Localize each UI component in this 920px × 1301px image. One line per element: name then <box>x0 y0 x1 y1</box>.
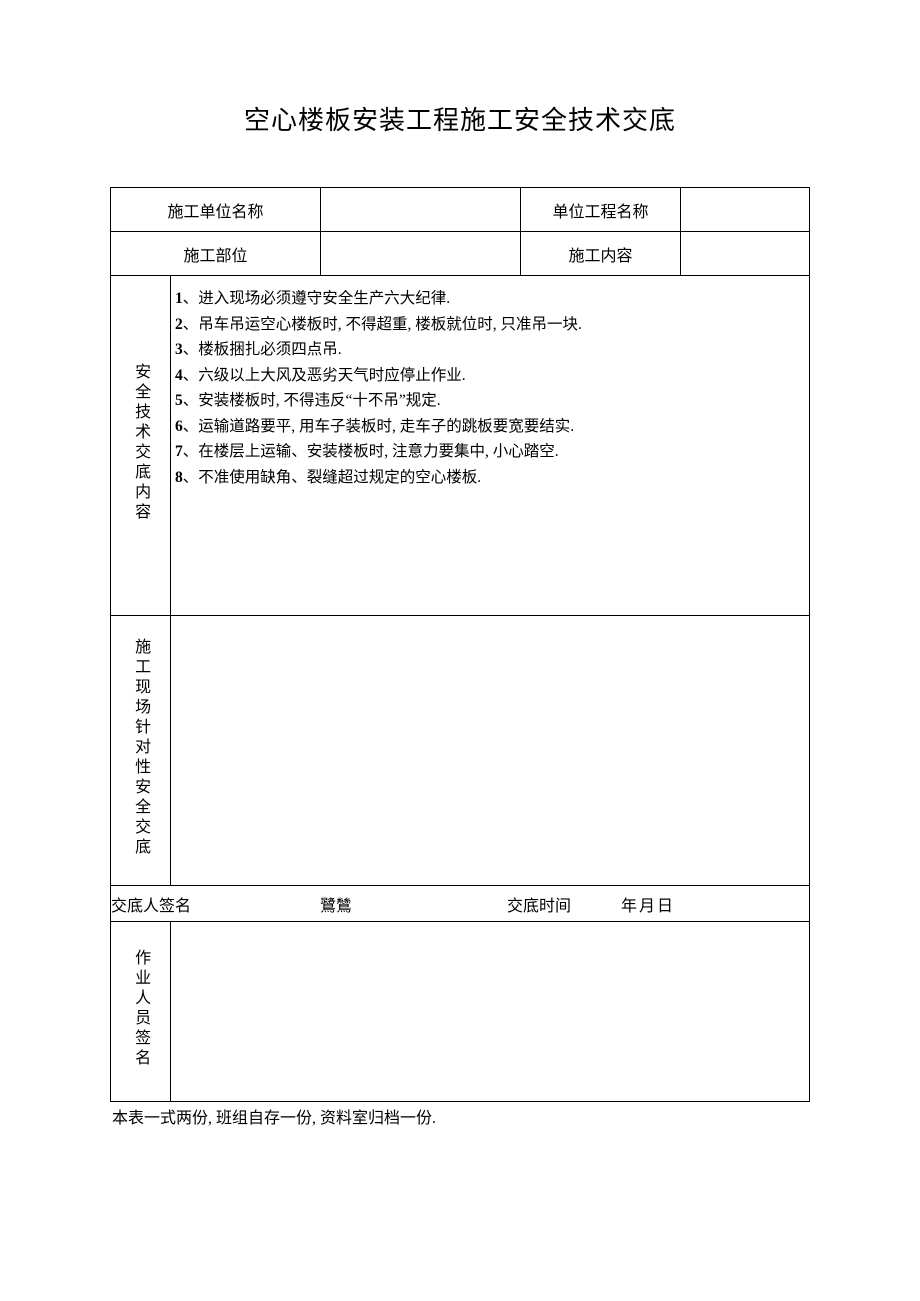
rule-item: 5、安装楼板时, 不得违反“十不吊”规定. <box>175 388 805 414</box>
rule-item: 4、六级以上大风及恶劣天气时应停止作业. <box>175 363 805 389</box>
label-sign-time: 交底时间 <box>451 892 601 916</box>
value-location[interactable] <box>321 232 521 276</box>
sign-date[interactable]: 年月日 <box>601 892 809 916</box>
signer-glyph: 鷺鷥 <box>221 892 451 916</box>
label-unit-name: 施工单位名称 <box>111 188 321 232</box>
signature-row: 交底人签名 鷺鷥 交底时间 年月日 <box>111 886 810 922</box>
rule-item: 3、楼板捆扎必须四点吊. <box>175 337 805 363</box>
safety-content: 1、进入现场必须遵守安全生产六大纪律.2、吊车吊运空心楼板时, 不得超重, 楼板… <box>171 276 810 616</box>
footnote: 本表一式两份, 班组自存一份, 资料室归档一份. <box>110 1104 810 1128</box>
site-content[interactable] <box>171 616 810 886</box>
value-project-name[interactable] <box>681 188 810 232</box>
label-content: 施工内容 <box>521 232 681 276</box>
label-signer: 交底人签名 <box>111 892 221 916</box>
rule-item: 1、进入现场必须遵守安全生产六大纪律. <box>175 286 805 312</box>
value-content[interactable] <box>681 232 810 276</box>
workers-content[interactable] <box>171 922 810 1102</box>
rule-item: 2、吊车吊运空心楼板时, 不得超重, 楼板就位时, 只准吊一块. <box>175 312 805 338</box>
label-safety-section: 安全技术交底内容 <box>111 276 171 616</box>
value-unit-name[interactable] <box>321 188 521 232</box>
form-table: 施工单位名称 单位工程名称 施工部位 施工内容 安全技术交底内容 1、进入现场必… <box>110 187 810 1102</box>
rule-item: 7、在楼层上运输、安装楼板时, 注意力要集中, 小心踏空. <box>175 439 805 465</box>
label-site-section: 施工现场针对性安全交底 <box>111 616 171 886</box>
doc-title: 空心楼板安装工程施工安全技术交底 <box>110 100 810 137</box>
rule-item: 8、不准使用缺角、裂缝超过规定的空心楼板. <box>175 465 805 491</box>
label-project-name: 单位工程名称 <box>521 188 681 232</box>
label-location: 施工部位 <box>111 232 321 276</box>
label-workers-section: 作业人员签名 <box>111 922 171 1102</box>
rule-item: 6、运输道路要平, 用车子装板时, 走车子的跳板要宽要结实. <box>175 414 805 440</box>
